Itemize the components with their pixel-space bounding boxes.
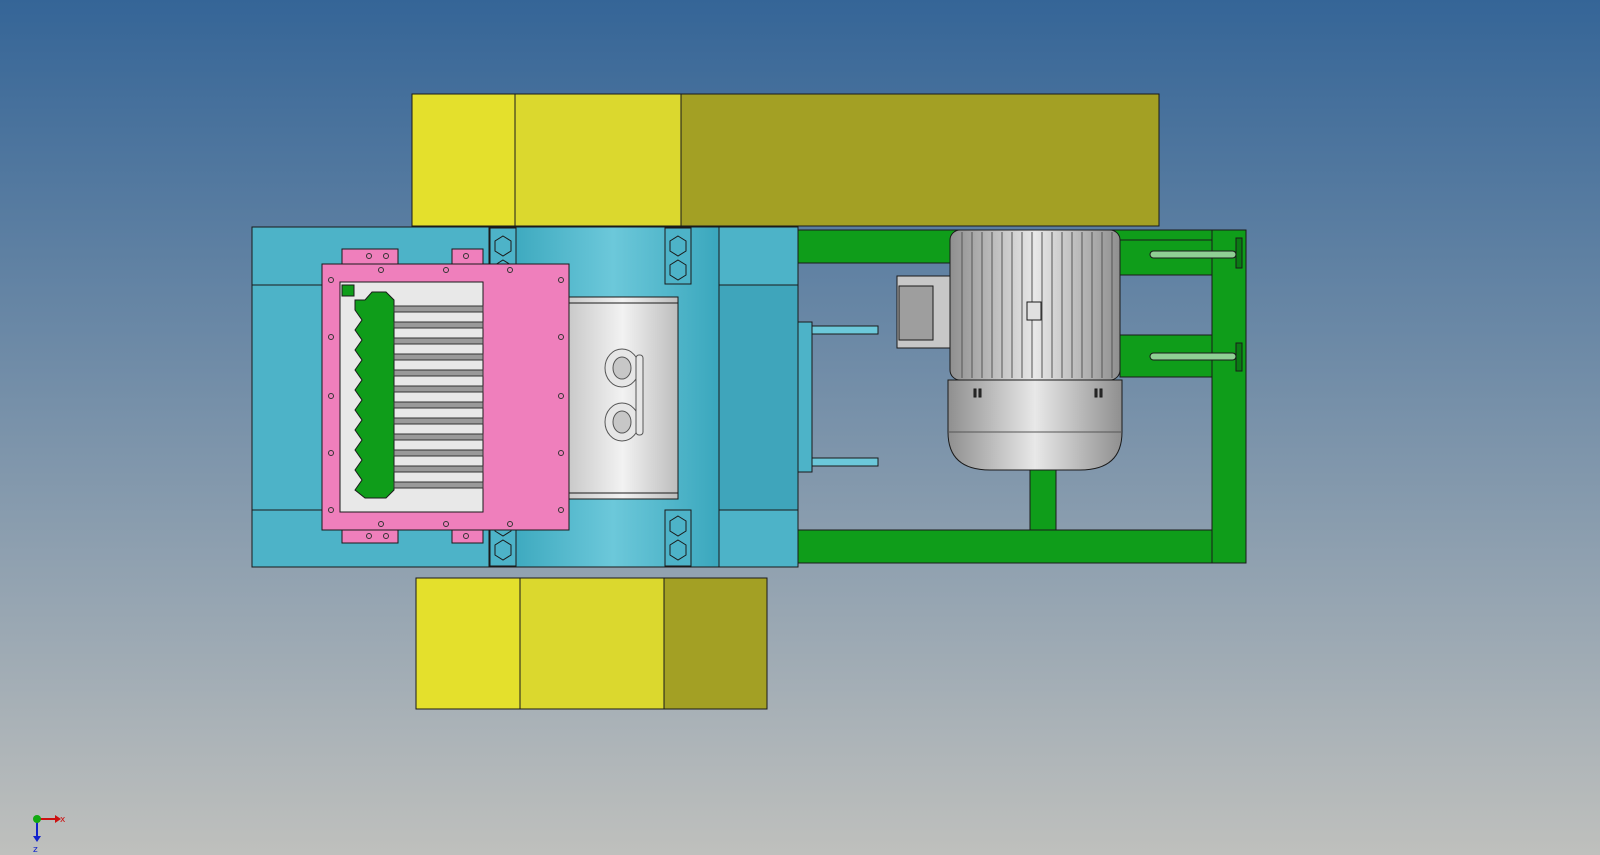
motor-lifting-lug [1026,301,1042,321]
housing-bearing-plate [797,321,813,473]
terminal-box-cover [898,285,934,341]
cad-viewport[interactable]: x z [0,0,1600,855]
rotor[interactable] [566,296,679,500]
housing-right-inner [718,284,799,511]
frame-lower-post [1029,469,1057,531]
top-hopper-right [680,93,1160,227]
shaft-lower [811,457,879,467]
frame-slot-lower [1149,352,1237,361]
frame-slot-upper [1149,250,1237,259]
rotor-body [566,296,679,500]
feed-flange[interactable] [321,248,570,544]
top-hopper-center [514,93,682,227]
bottom-hopper-left [415,577,521,710]
axis-label-z: z [33,845,38,855]
top-hopper-left [411,93,516,227]
bottom-hopper[interactable] [415,577,768,710]
crusher-teeth [354,291,395,499]
shaft-upper [811,325,879,335]
bottom-hopper-center [519,577,665,710]
frame-bottom-rail [797,529,1247,564]
frame-tab-upper [1235,237,1243,269]
frame-right-post [1211,229,1247,564]
flange-corner-block [341,284,355,297]
top-hopper[interactable] [411,93,1160,227]
axis-label-x: x [60,815,66,825]
frame-tab-lower [1235,342,1243,372]
bottom-hopper-right [663,577,768,710]
